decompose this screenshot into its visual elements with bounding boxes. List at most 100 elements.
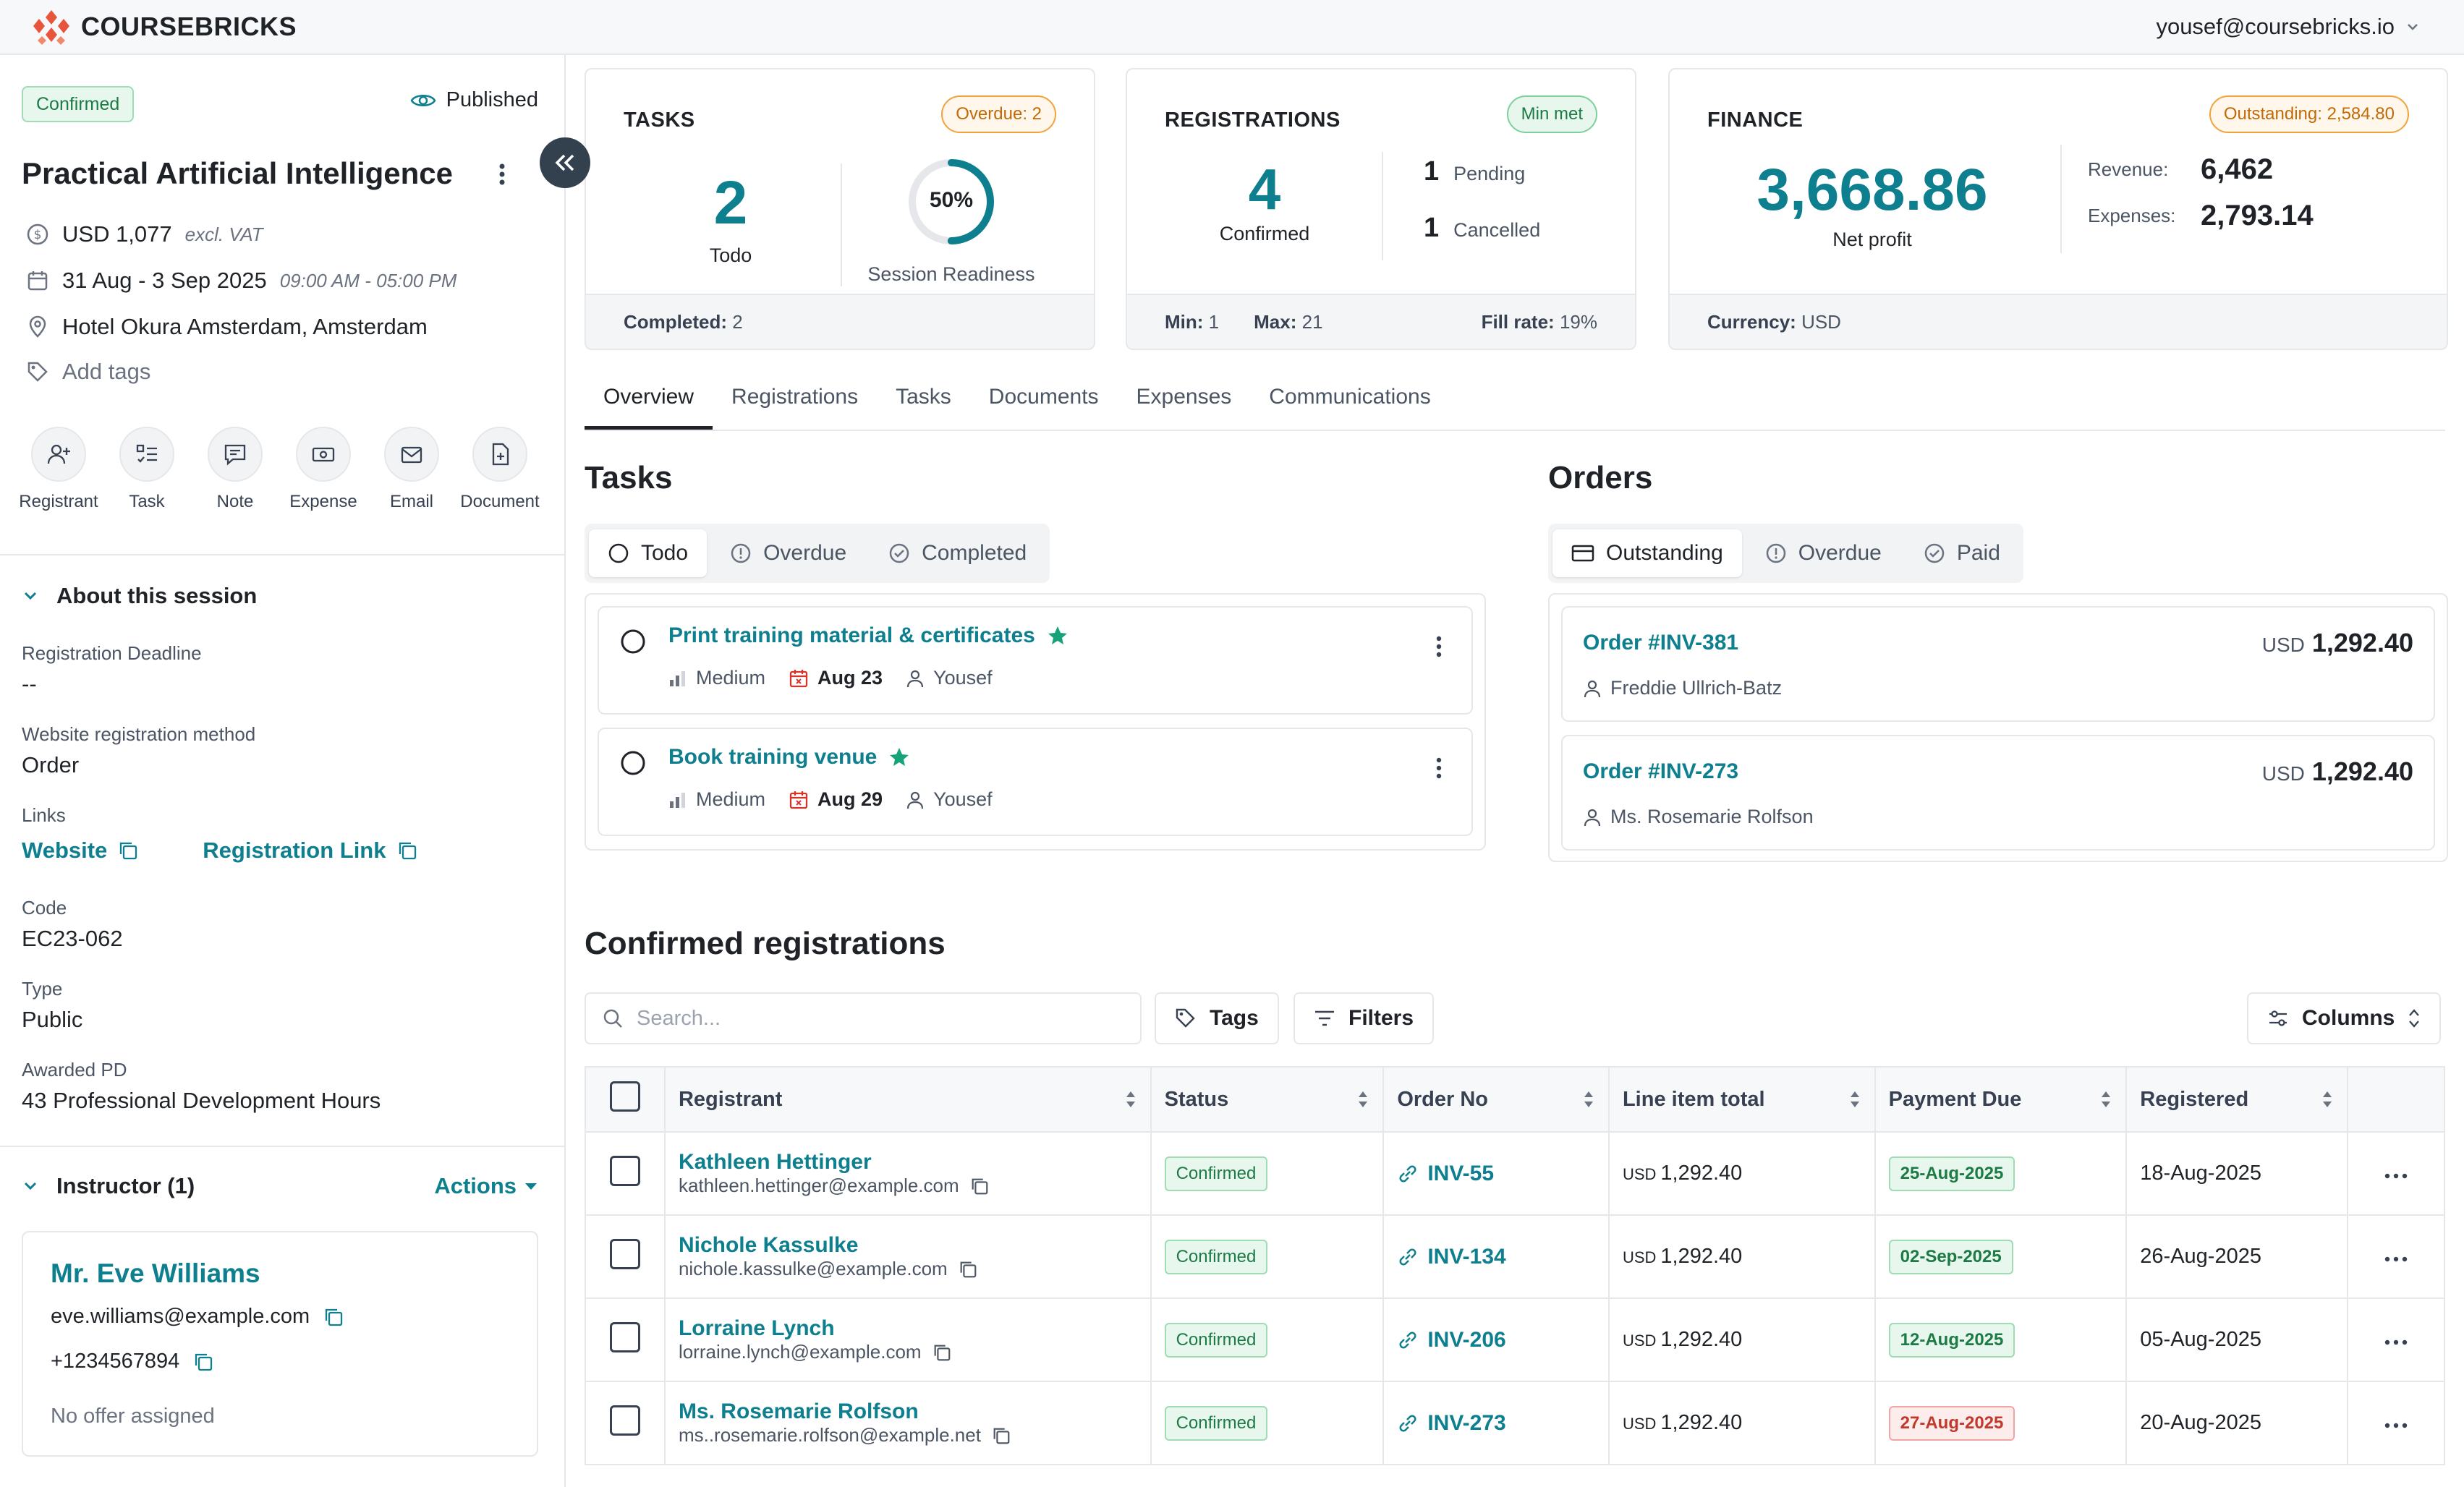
row-checkbox[interactable] bbox=[609, 1155, 640, 1186]
chevron-down-icon bbox=[22, 587, 39, 605]
copy-icon[interactable] bbox=[192, 1351, 214, 1373]
more-horizontal-icon[interactable] bbox=[2384, 1172, 2408, 1180]
star-icon[interactable] bbox=[1047, 625, 1069, 647]
pd-label: Awarded PD bbox=[22, 1059, 127, 1081]
tab-expenses[interactable]: Expenses bbox=[1118, 385, 1251, 430]
order-number[interactable]: Order #INV-381 bbox=[1583, 631, 1738, 655]
task-item[interactable]: Book training venue Medium Aug 29 Yousef bbox=[598, 728, 1473, 836]
copy-icon[interactable] bbox=[117, 840, 139, 861]
orders-filter: Outstanding Overdue Paid bbox=[1548, 524, 2023, 583]
more-horizontal-icon[interactable] bbox=[2384, 1256, 2408, 1263]
revenue-label: Revenue: bbox=[2088, 158, 2169, 180]
column-registrant[interactable]: Registrant bbox=[663, 1066, 1152, 1133]
table-row[interactable]: Ms. Rosemarie Rolfson ms..rosemarie.rolfs… bbox=[585, 1381, 2445, 1465]
session-times: 09:00 AM - 05:00 PM bbox=[279, 269, 457, 291]
collapse-sidebar-button[interactable] bbox=[540, 137, 590, 188]
filter-todo[interactable]: Todo bbox=[589, 529, 708, 577]
website-link[interactable]: Website bbox=[22, 838, 107, 864]
sort-icon[interactable] bbox=[1124, 1088, 1137, 1110]
instructor-actions-button[interactable]: Actions bbox=[434, 1173, 538, 1199]
task-checkbox-icon[interactable] bbox=[619, 628, 647, 655]
sort-icon[interactable] bbox=[1848, 1088, 1861, 1110]
filter-overdue[interactable]: Overdue bbox=[711, 529, 865, 577]
copy-icon[interactable] bbox=[958, 1259, 978, 1279]
copy-icon[interactable] bbox=[969, 1176, 990, 1196]
star-icon[interactable] bbox=[888, 746, 910, 768]
row-checkbox[interactable] bbox=[609, 1405, 640, 1436]
order-link[interactable]: INV-206 bbox=[1397, 1328, 1595, 1352]
order-item[interactable]: Order #INV-273 USD 1,292.40 Ms. Rosemari… bbox=[1561, 735, 2435, 851]
table-row[interactable]: Kathleen Hettinger kathleen.hettinger@exa… bbox=[585, 1131, 2445, 1216]
add-task-button[interactable]: Task bbox=[104, 427, 190, 512]
tab-tasks[interactable]: Tasks bbox=[877, 385, 970, 430]
registrant-name[interactable]: Nichole Kassulke bbox=[679, 1233, 1137, 1258]
row-checkbox[interactable] bbox=[609, 1321, 640, 1352]
order-link[interactable]: INV-55 bbox=[1397, 1162, 1595, 1186]
sort-icon[interactable] bbox=[2321, 1088, 2334, 1110]
task-checkbox-icon[interactable] bbox=[619, 749, 647, 777]
column-line-item-total[interactable]: Line item total bbox=[1607, 1066, 1876, 1133]
more-options-icon[interactable] bbox=[498, 162, 506, 187]
add-tags-link[interactable]: Add tags bbox=[26, 359, 150, 385]
filters-button[interactable]: Filters bbox=[1293, 992, 1435, 1044]
registration-link[interactable]: Registration Link bbox=[203, 838, 386, 864]
columns-button[interactable]: Columns bbox=[2247, 992, 2442, 1044]
sort-icon[interactable] bbox=[1582, 1088, 1595, 1110]
copy-icon[interactable] bbox=[396, 840, 418, 861]
order-link[interactable]: INV-273 bbox=[1397, 1411, 1595, 1436]
task-title[interactable]: Print training material & certificates bbox=[668, 623, 1035, 648]
table-row[interactable]: Nichole Kassulke nichole.kassulke@example… bbox=[585, 1214, 2445, 1299]
add-note-button[interactable]: Note bbox=[192, 427, 278, 512]
instructor-section-toggle[interactable]: Instructor (1) bbox=[22, 1173, 195, 1199]
copy-icon[interactable] bbox=[991, 1426, 1011, 1446]
select-all-checkbox[interactable] bbox=[609, 1081, 640, 1112]
more-options-icon[interactable] bbox=[1435, 757, 1443, 780]
more-horizontal-icon[interactable] bbox=[2384, 1339, 2408, 1346]
task-item[interactable]: Print training material & certificates M… bbox=[598, 606, 1473, 715]
add-registrant-button[interactable]: Registrant bbox=[16, 427, 101, 512]
tab-overview[interactable]: Overview bbox=[585, 385, 713, 430]
column-status[interactable]: Status bbox=[1150, 1066, 1385, 1133]
instructor-name[interactable]: Mr. Eve Williams bbox=[51, 1258, 260, 1289]
column-order-no[interactable]: Order No bbox=[1382, 1066, 1610, 1133]
task-title[interactable]: Book training venue bbox=[668, 745, 877, 770]
sort-icon[interactable] bbox=[2099, 1088, 2112, 1110]
tab-documents[interactable]: Documents bbox=[970, 385, 1118, 430]
copy-icon[interactable] bbox=[932, 1342, 952, 1363]
currency: USD bbox=[1622, 1165, 1657, 1183]
registrations-search[interactable]: Search... bbox=[585, 992, 1142, 1044]
filter-overdue[interactable]: Overdue bbox=[1746, 529, 1900, 577]
registrant-name[interactable]: Ms. Rosemarie Rolfson bbox=[679, 1399, 1137, 1424]
tab-registrations[interactable]: Registrations bbox=[713, 385, 877, 430]
filter-lines-icon bbox=[1314, 1009, 1335, 1028]
table-row[interactable]: Lorraine Lynch lorraine.lynch@example.com… bbox=[585, 1298, 2445, 1382]
filter-label: Overdue bbox=[1798, 541, 1882, 565]
column-registered[interactable]: Registered bbox=[2125, 1066, 2349, 1133]
add-document-button[interactable]: Document bbox=[457, 427, 543, 512]
order-item[interactable]: Order #INV-381 USD 1,292.40 Freddie Ullr… bbox=[1561, 606, 2435, 722]
min-met-pill: Min met bbox=[1506, 95, 1597, 133]
tags-button[interactable]: Tags bbox=[1155, 992, 1279, 1044]
user-menu[interactable]: yousef@coursebricks.io bbox=[2156, 14, 2421, 40]
row-checkbox[interactable] bbox=[609, 1238, 640, 1269]
filter-paid[interactable]: Paid bbox=[1905, 529, 2019, 577]
published-status[interactable]: Published bbox=[410, 88, 538, 112]
registrant-name[interactable]: Lorraine Lynch bbox=[679, 1316, 1137, 1341]
filter-completed[interactable]: Completed bbox=[870, 529, 1045, 577]
sliders-icon bbox=[2267, 1007, 2289, 1029]
filter-outstanding[interactable]: Outstanding bbox=[1552, 529, 1742, 577]
order-number[interactable]: Order #INV-273 bbox=[1583, 759, 1738, 784]
more-options-icon[interactable] bbox=[1435, 635, 1443, 658]
more-horizontal-icon[interactable] bbox=[2384, 1422, 2408, 1429]
registrant-name[interactable]: Kathleen Hettinger bbox=[679, 1150, 1137, 1175]
copy-icon[interactable] bbox=[323, 1306, 344, 1328]
tab-communications[interactable]: Communications bbox=[1250, 385, 1449, 430]
sort-icon[interactable] bbox=[1356, 1088, 1369, 1110]
brand-logo[interactable]: COURSEBRICKS bbox=[32, 9, 297, 45]
order-link[interactable]: INV-134 bbox=[1397, 1245, 1595, 1269]
add-expense-button[interactable]: Expense bbox=[281, 427, 366, 512]
calendar-overdue-icon bbox=[789, 790, 809, 810]
about-section-toggle[interactable]: About this session bbox=[22, 583, 257, 609]
column-payment-due[interactable]: Payment Due bbox=[1874, 1066, 2128, 1133]
send-email-button[interactable]: Email bbox=[369, 427, 454, 512]
